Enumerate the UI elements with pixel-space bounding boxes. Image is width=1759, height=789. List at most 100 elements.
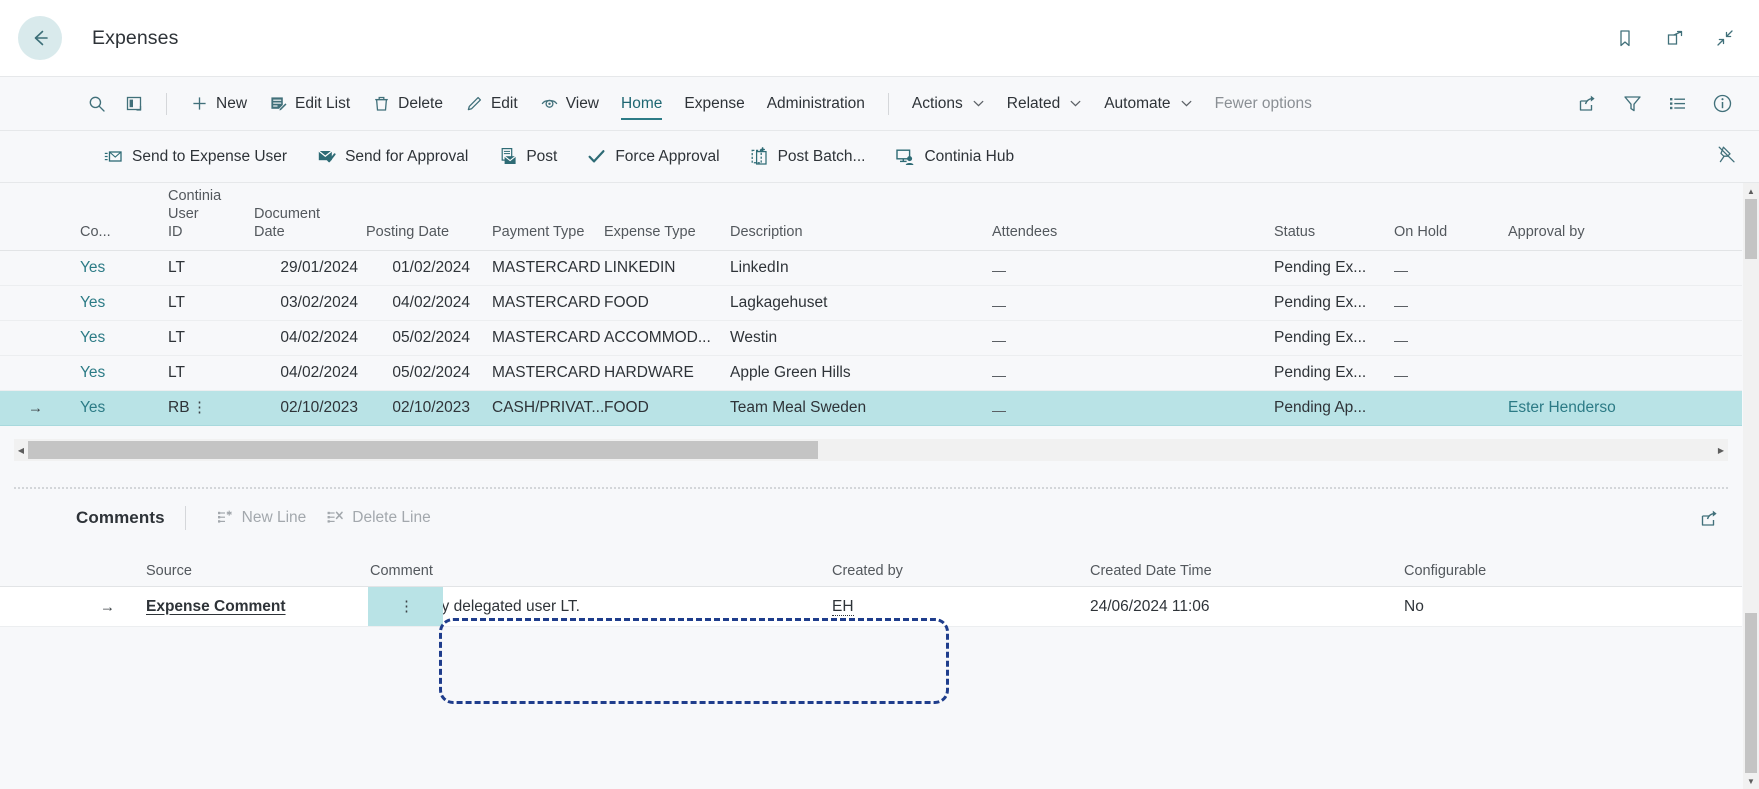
cell-co[interactable]: Yes [80, 329, 168, 347]
column-header-document-date[interactable]: Document Date [254, 205, 366, 250]
focus-mode-button[interactable] [116, 88, 154, 120]
cell-co[interactable]: Yes [80, 259, 168, 277]
row-actions-menu-icon[interactable]: ⋮ [399, 598, 414, 613]
table-row[interactable]: Yes LT 03/02/2024 04/02/2024 MASTERCARD … [0, 286, 1742, 321]
eye-icon [541, 99, 557, 108]
fewer-options-button[interactable]: Fewer options [1204, 89, 1323, 119]
open-in-new-window-icon[interactable] [1663, 26, 1687, 50]
new-line-button[interactable]: New Line [206, 503, 317, 533]
delete-button[interactable]: Delete [361, 88, 454, 119]
cell-co[interactable]: Yes [80, 294, 168, 312]
table-row[interactable]: Yes LT 29/01/2024 01/02/2024 MASTERCARD … [0, 251, 1742, 286]
unpin-icon[interactable] [1716, 144, 1737, 170]
cell-expense-type: HARDWARE [604, 364, 694, 381]
column-header-status[interactable]: Status [1274, 223, 1394, 250]
cell-continia-user-id: LT [168, 259, 185, 276]
page-vertical-scrollbar[interactable]: ▲ ▼ [1743, 183, 1759, 789]
column-header-source[interactable]: Source [146, 563, 302, 586]
post-batch-button[interactable]: Post Batch... [736, 141, 880, 172]
send-to-expense-user-button[interactable]: Send to Expense User [90, 141, 301, 172]
column-header-continia-user-id[interactable]: Continia User ID [168, 187, 254, 250]
scroll-left-arrow-icon[interactable]: ◀ [14, 439, 28, 461]
actions-dropdown[interactable]: Actions [901, 89, 996, 119]
tab-expense-label: Expense [684, 94, 745, 112]
vertical-scroll-thumb-bottom[interactable] [1745, 613, 1757, 773]
command-bar-right-icons [1577, 93, 1737, 114]
view-button[interactable]: View [529, 88, 610, 119]
cell-co[interactable]: Yes [80, 399, 168, 417]
cell-source-link[interactable]: Expense Comment [146, 598, 286, 615]
table-row[interactable]: Yes LT 04/02/2024 05/02/2024 MASTERCARD … [0, 321, 1742, 356]
cell-description: Team Meal Sweden [730, 399, 867, 416]
delete-line-label: Delete Line [352, 509, 431, 526]
scroll-right-arrow-icon[interactable]: ▶ [1714, 439, 1728, 461]
comments-share-button[interactable] [1699, 508, 1720, 529]
horizontal-scroll-thumb[interactable] [28, 441, 818, 459]
send-for-approval-button[interactable]: Send for Approval [303, 141, 482, 172]
cell-document-date: 02/10/2023 [280, 399, 358, 416]
collapse-icon[interactable] [1713, 26, 1737, 50]
cell-expense-type[interactable]: FOOD [604, 399, 730, 417]
force-approval-button[interactable]: Force Approval [573, 141, 733, 172]
edit-list-button[interactable]: Edit List [258, 88, 361, 119]
post-button-label: Post [526, 147, 558, 165]
column-header-payment-type[interactable]: Payment Type [478, 223, 604, 250]
plus-icon [193, 97, 206, 110]
delete-line-icon [327, 511, 344, 523]
column-header-expense-type[interactable]: Expense Type [604, 223, 730, 250]
bookmark-icon[interactable] [1613, 26, 1637, 50]
scroll-up-arrow-icon[interactable]: ▲ [1743, 183, 1759, 199]
column-header-created-by[interactable]: Created by [832, 563, 1090, 586]
column-header-configurable[interactable]: Configurable [1404, 563, 1564, 586]
column-header-created-date-time[interactable]: Created Date Time [1090, 563, 1404, 586]
cell-payment-type: CASH/PRIVAT... [492, 399, 604, 416]
chevron-down-icon [1181, 100, 1191, 107]
edit-button[interactable]: Edit [454, 88, 529, 119]
table-row[interactable]: Yes LT 04/02/2024 05/02/2024 MASTERCARD … [0, 356, 1742, 391]
comments-table-row[interactable]: → ⋮ Expense Comment Updated by delegated… [0, 587, 1742, 627]
cell-created-by[interactable]: EH [832, 597, 1090, 616]
cell-configurable: No [1404, 597, 1424, 615]
empty-dash [992, 405, 1006, 412]
search-button[interactable] [78, 88, 116, 120]
column-header-attendees[interactable]: Attendees [992, 223, 1274, 250]
column-header-description[interactable]: Description [730, 223, 992, 250]
empty-dash [992, 265, 1006, 272]
column-header-posting-date[interactable]: Posting Date [366, 223, 478, 250]
cell-payment-type: MASTERCARD [492, 259, 601, 276]
table-row-selected[interactable]: → ⋮ Yes RB 02/10/2023 02/10/2023 CASH/PR… [0, 391, 1742, 426]
automate-dropdown[interactable]: Automate [1093, 89, 1203, 119]
list-icon[interactable] [1667, 93, 1688, 114]
cell-continia-user-id: LT [168, 329, 185, 346]
cell-source[interactable]: Expense Comment [146, 598, 302, 616]
scroll-down-arrow-icon[interactable]: ▼ [1743, 773, 1759, 789]
share-icon[interactable] [1577, 93, 1598, 114]
row-actions-menu-icon[interactable]: ⋮ [192, 400, 207, 415]
grid-horizontal-scrollbar[interactable]: ◀ ▶ [14, 439, 1728, 461]
expenses-grid: Co... Continia User ID Document Date Pos… [0, 183, 1742, 461]
new-button[interactable]: New [179, 88, 258, 119]
cell-co[interactable]: Yes [80, 364, 168, 382]
related-dropdown[interactable]: Related [996, 89, 1093, 119]
delete-line-button[interactable]: Delete Line [316, 503, 440, 533]
cell-status: Pending Ex... [1274, 294, 1367, 311]
cell-expense-type-value: FOOD [604, 399, 649, 417]
tab-administration[interactable]: Administration [756, 89, 876, 119]
column-header-approval-by[interactable]: Approval by [1508, 223, 1688, 250]
tab-home[interactable]: Home [610, 89, 673, 120]
tab-expense[interactable]: Expense [673, 89, 755, 119]
share-icon [1701, 510, 1717, 526]
column-header-on-hold[interactable]: On Hold [1394, 223, 1508, 250]
business-central-page: Expenses New Edit List Delete Edit View … [0, 0, 1759, 789]
cell-created-by-link[interactable]: EH [832, 597, 854, 616]
vertical-scroll-thumb-top[interactable] [1745, 199, 1757, 259]
column-header-comment[interactable]: Comment [302, 563, 832, 586]
cell-posting-date: 02/10/2023 [392, 399, 470, 416]
post-button[interactable]: Post [484, 141, 571, 172]
focus-mode-icon [126, 96, 142, 111]
filter-icon[interactable] [1622, 93, 1643, 114]
info-icon[interactable] [1712, 93, 1733, 114]
column-header-co[interactable]: Co... [80, 223, 168, 250]
back-button[interactable] [18, 16, 62, 60]
continia-hub-button[interactable]: Continia Hub [881, 141, 1028, 173]
